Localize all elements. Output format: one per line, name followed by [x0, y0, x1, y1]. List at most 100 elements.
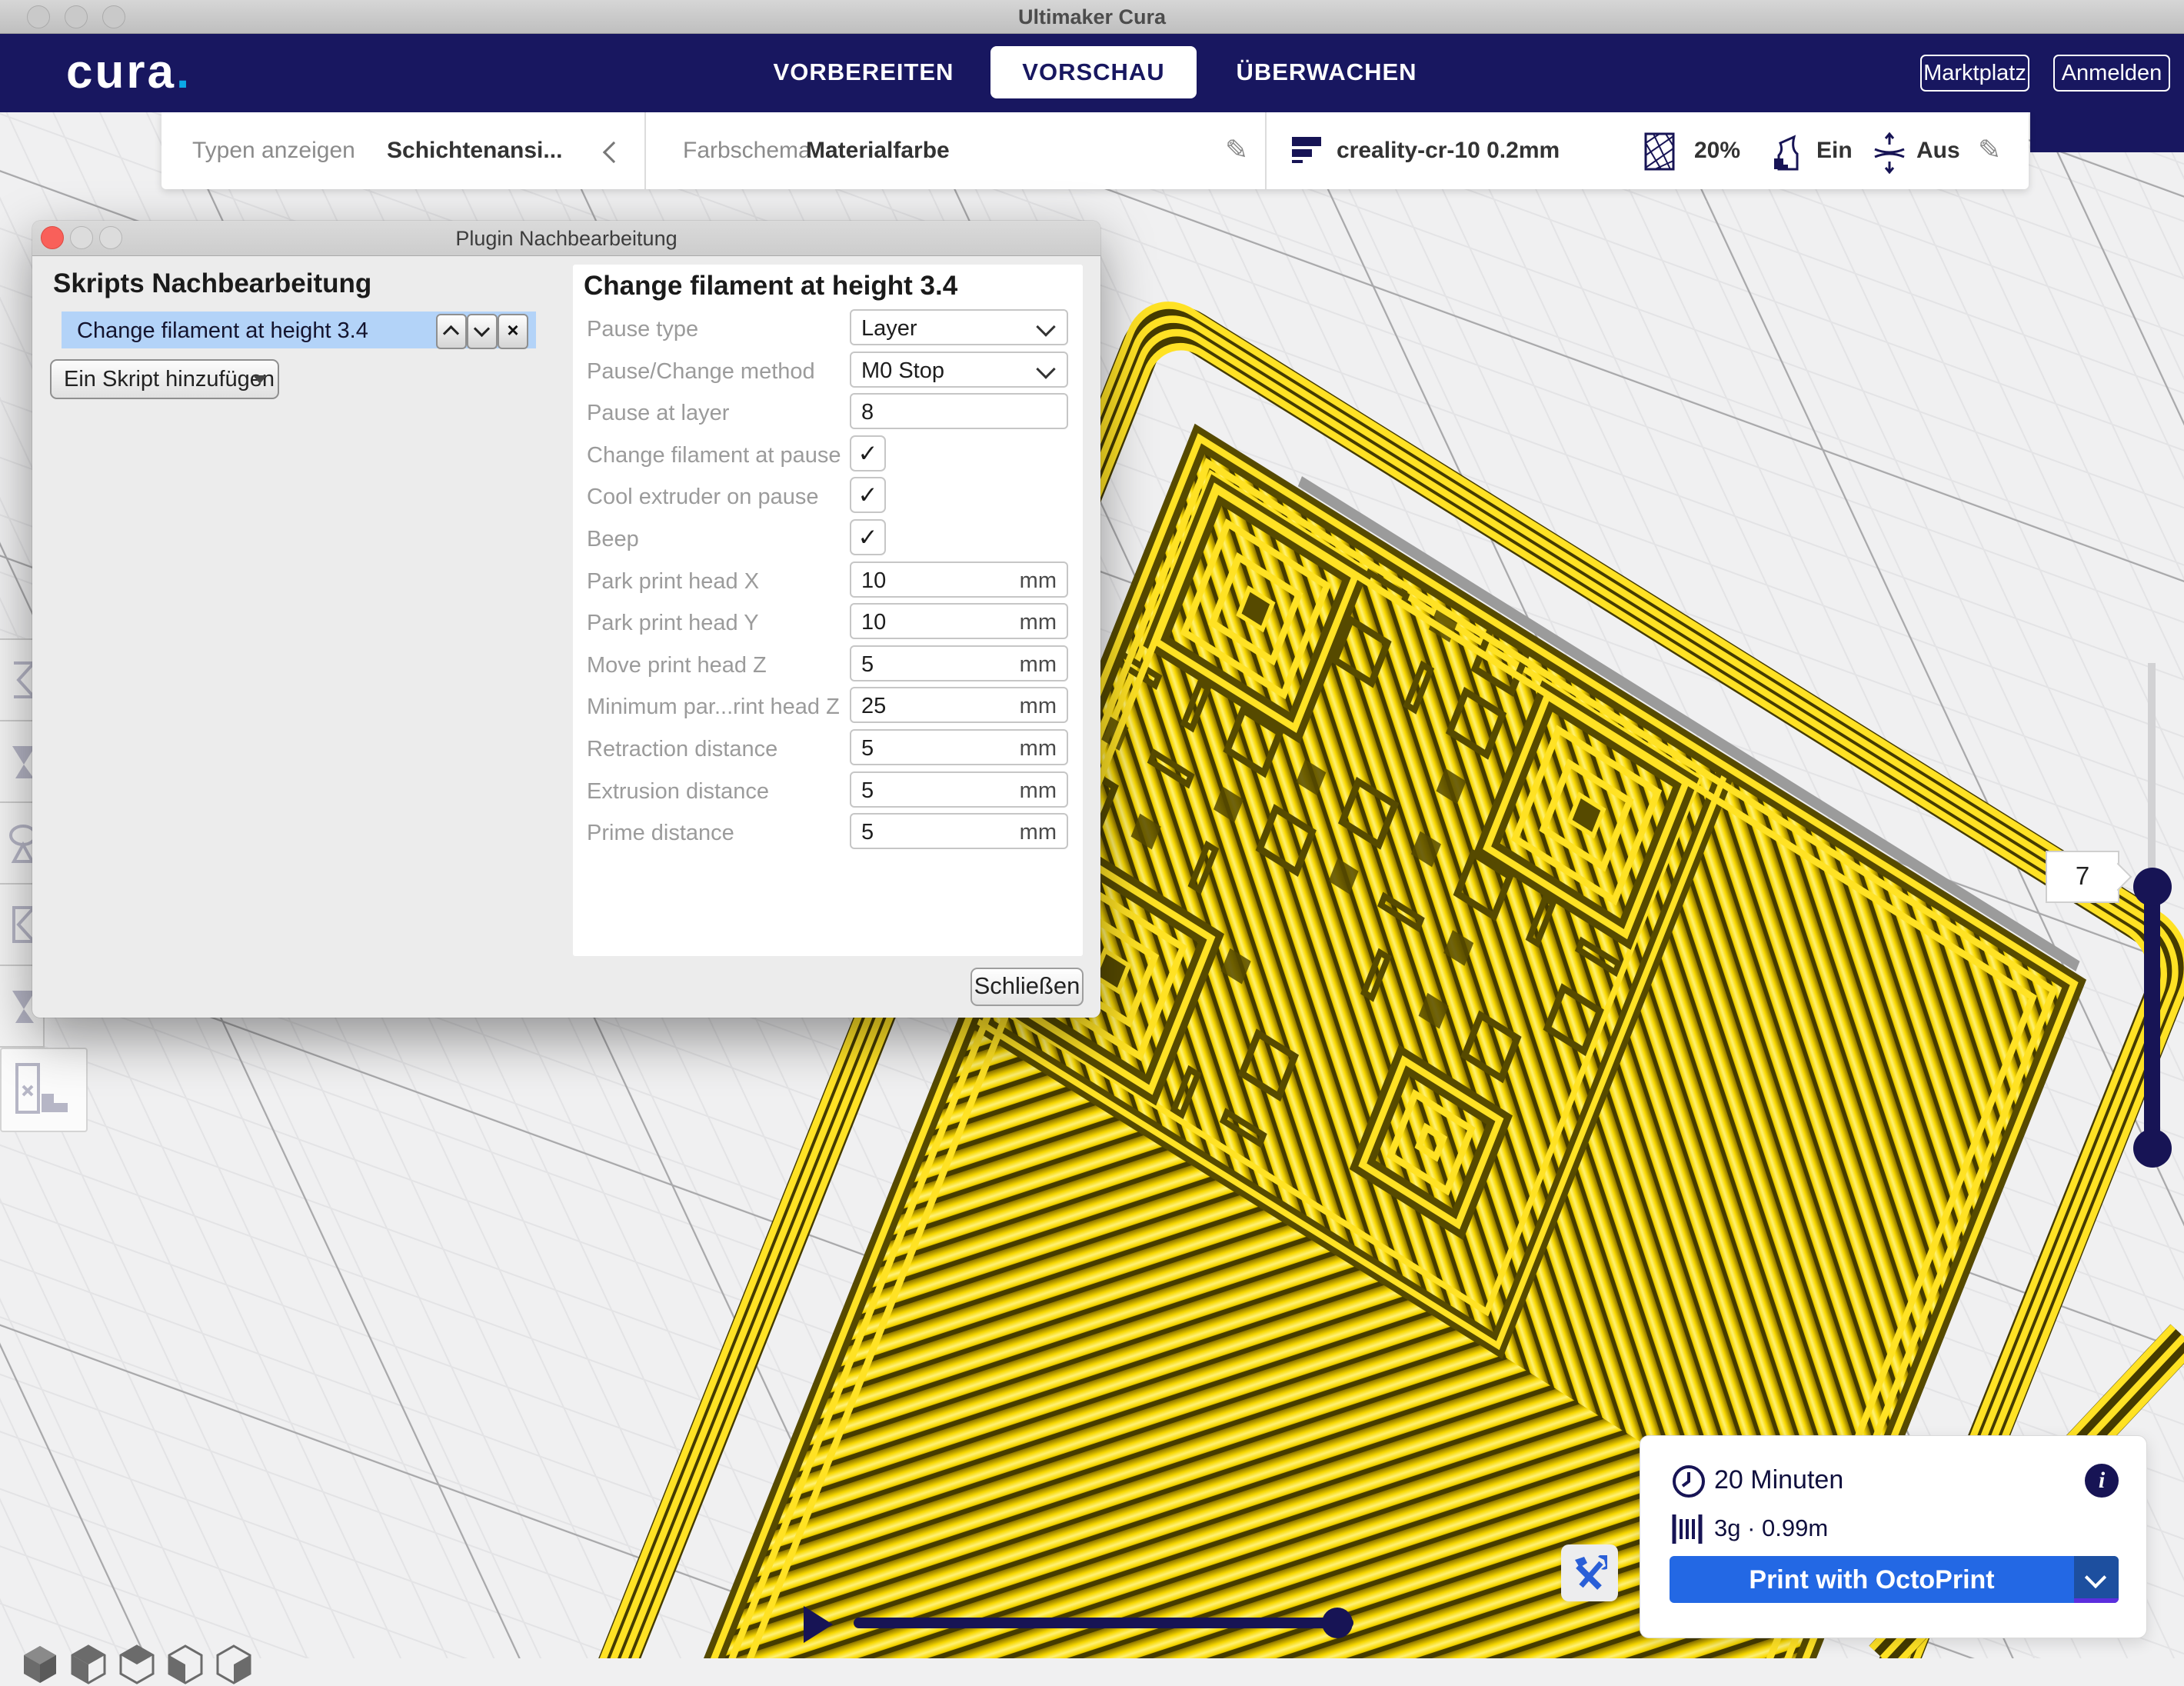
edit-pencil-icon[interactable]: ✎ — [1225, 134, 1248, 166]
dialog-titlebar[interactable]: Plugin Nachbearbeitung — [32, 221, 1100, 256]
unit-label: mm — [1020, 778, 1057, 804]
close-dialog-button[interactable]: Schließen — [970, 968, 1084, 1006]
cura-logo: cura. — [66, 45, 191, 99]
printer-profile-value[interactable]: creality-cr-10 0.2mm — [1337, 138, 1560, 164]
unit-label: mm — [1020, 820, 1057, 845]
form-row-minimum-par-rint-head-z: Minimum par...rint head Z 25 mm — [584, 687, 1072, 725]
infill-value[interactable]: 20% — [1694, 138, 1740, 164]
printer-profile-icon — [1290, 132, 1324, 171]
move-print-head-z-input[interactable]: 5mm — [850, 645, 1068, 681]
window-titlebar[interactable]: Ultimaker Cura — [0, 0, 2184, 34]
checkmark-icon: ✓ — [858, 481, 878, 508]
pause-at-layer-input[interactable]: 8 — [850, 393, 1068, 429]
field-label: Beep — [587, 527, 639, 552]
view-type-label: Typen anzeigen — [192, 138, 355, 164]
layer-range-tool-button[interactable] — [0, 1048, 88, 1132]
park-print-head-y-input[interactable]: 10mm — [850, 603, 1068, 639]
view-left-icon[interactable] — [166, 1644, 205, 1686]
tab-ueberwachen[interactable]: ÜBERWACHEN — [1223, 46, 1430, 98]
pause-change-method-select[interactable]: M0 Stop — [850, 352, 1068, 388]
chevron-down-icon — [1036, 359, 1055, 378]
form-row-cool-extruder-on-pause: Cool extruder on pause✓ — [584, 477, 1072, 515]
beep-checkbox[interactable]: ✓ — [850, 519, 886, 555]
material-usage: 3g · 0.99m — [1714, 1514, 1828, 1542]
move-up-button[interactable] — [436, 314, 467, 349]
prime-distance-input[interactable]: 5mm — [850, 813, 1068, 849]
signin-button[interactable]: Anmelden — [2053, 55, 2170, 92]
print-with-octoprint-button[interactable]: Print with OctoPrint — [1670, 1556, 2119, 1603]
print-button-label: Print with OctoPrint — [1670, 1565, 2074, 1595]
retraction-distance-input[interactable]: 5mm — [850, 729, 1068, 765]
view-type-value[interactable]: Schichtenansi... — [387, 138, 562, 164]
collapse-chevron-icon[interactable] — [603, 142, 624, 163]
field-label: Minimum par...rint head Z — [587, 695, 840, 720]
layer-slider-range[interactable] — [2144, 877, 2160, 1152]
unit-label: mm — [1020, 652, 1057, 678]
field-label: Park print head X — [587, 569, 759, 595]
script-settings-panel: Change filament at height 3.4 Pause type… — [573, 265, 1083, 956]
header-extension — [2030, 112, 2184, 152]
form-row-pause-type: Pause typeLayer — [584, 309, 1072, 348]
view-solid-icon[interactable] — [69, 1644, 108, 1686]
print-time: 20 Minuten — [1714, 1465, 1843, 1495]
form-row-pause-change-method: Pause/Change methodM0 Stop — [584, 352, 1072, 390]
tab-vorbereiten[interactable]: VORBEREITEN — [748, 46, 979, 98]
select-value: Layer — [861, 316, 917, 342]
play-button[interactable] — [804, 1606, 833, 1643]
add-script-label: Ein Skript hinzufügen — [64, 367, 275, 392]
view-toolbar: Typen anzeigen Schichtenansi... Farbsche… — [161, 112, 2029, 189]
field-label: Pause at layer — [587, 401, 729, 426]
form-row-retraction-distance: Retraction distance5mm — [584, 729, 1072, 768]
field-label: Extrusion distance — [587, 779, 769, 805]
adhesion-value[interactable]: Aus — [1916, 138, 1960, 164]
dropdown-chevron-icon — [2085, 1567, 2106, 1588]
support-icon — [1771, 132, 1808, 172]
move-down-button[interactable] — [467, 314, 498, 349]
checkmark-icon: ✓ — [858, 524, 878, 551]
edit-pencil-icon[interactable]: ✎ — [1978, 134, 2001, 166]
tab-vorschau[interactable]: VORSCHAU — [990, 46, 1197, 98]
path-slider-track[interactable] — [854, 1618, 1353, 1628]
filament-icon — [1671, 1513, 1706, 1545]
layer-number-tooltip: 7 — [2046, 851, 2119, 903]
view-right-icon[interactable] — [215, 1644, 253, 1686]
script-name: Change filament at height 3.4 — [77, 318, 368, 344]
field-label: Park print head Y — [587, 611, 759, 636]
layer-slider-upper-handle[interactable] — [2133, 868, 2172, 906]
print-info-card: 20 Minuten i 3g · 0.99m Print with OctoP… — [1640, 1435, 2147, 1638]
park-print-head-x-input[interactable]: 10mm — [850, 561, 1068, 598]
pause-type-select[interactable]: Layer — [850, 309, 1068, 345]
layer-slider-lower-handle[interactable] — [2133, 1129, 2172, 1168]
settings-form: Pause typeLayer Pause/Change methodM0 Sto… — [573, 309, 1083, 955]
minimum-par-rint-head-z-input[interactable]: 25 mm — [850, 687, 1068, 723]
print-options-dropdown[interactable] — [2074, 1556, 2119, 1603]
form-row-extrusion-distance: Extrusion distance 5mm — [584, 771, 1072, 810]
script-list-item-selected[interactable]: Change filament at height 3.4 × — [62, 312, 536, 348]
extrusion-distance-input[interactable]: 5mm — [850, 771, 1068, 808]
input-value: 25 — [861, 694, 886, 719]
info-icon[interactable]: i — [2085, 1464, 2119, 1498]
add-script-button[interactable]: Ein Skript hinzufügen — [50, 359, 279, 399]
support-value[interactable]: Ein — [1816, 138, 1853, 164]
color-scheme-value[interactable]: Materialfarbe — [806, 138, 950, 164]
infill-icon — [1644, 132, 1676, 172]
app-header: cura. VORBEREITEN VORSCHAU ÜBERWACHEN Ma… — [0, 34, 2184, 112]
view-top-icon[interactable] — [118, 1644, 156, 1686]
monitor-tools-button[interactable] — [1561, 1544, 1618, 1601]
logo-dot: . — [176, 45, 191, 98]
dropdown-caret-icon — [253, 375, 267, 384]
change-filament-at-pause-checkbox[interactable]: ✓ — [850, 435, 886, 471]
checkmark-icon: ✓ — [858, 440, 878, 467]
scripts-heading: Skripts Nachbearbeitung — [53, 268, 371, 299]
view-3d-icon[interactable] — [21, 1644, 59, 1686]
unit-label: mm — [1020, 694, 1057, 719]
cool-extruder-on-pause-checkbox[interactable]: ✓ — [850, 477, 886, 513]
form-row-change-filament-at-pause: Change filament at pause✓ — [584, 435, 1072, 474]
marketplace-button[interactable]: Marktplatz — [1920, 55, 2029, 92]
move-up-icon — [443, 325, 459, 342]
remove-script-button[interactable]: × — [498, 314, 528, 349]
layer-slider-track[interactable] — [2148, 663, 2156, 881]
form-row-pause-at-layer: Pause at layer 8 — [584, 393, 1072, 431]
color-scheme-label: Farbschema — [683, 138, 811, 164]
path-slider-handle[interactable] — [1322, 1608, 1353, 1638]
